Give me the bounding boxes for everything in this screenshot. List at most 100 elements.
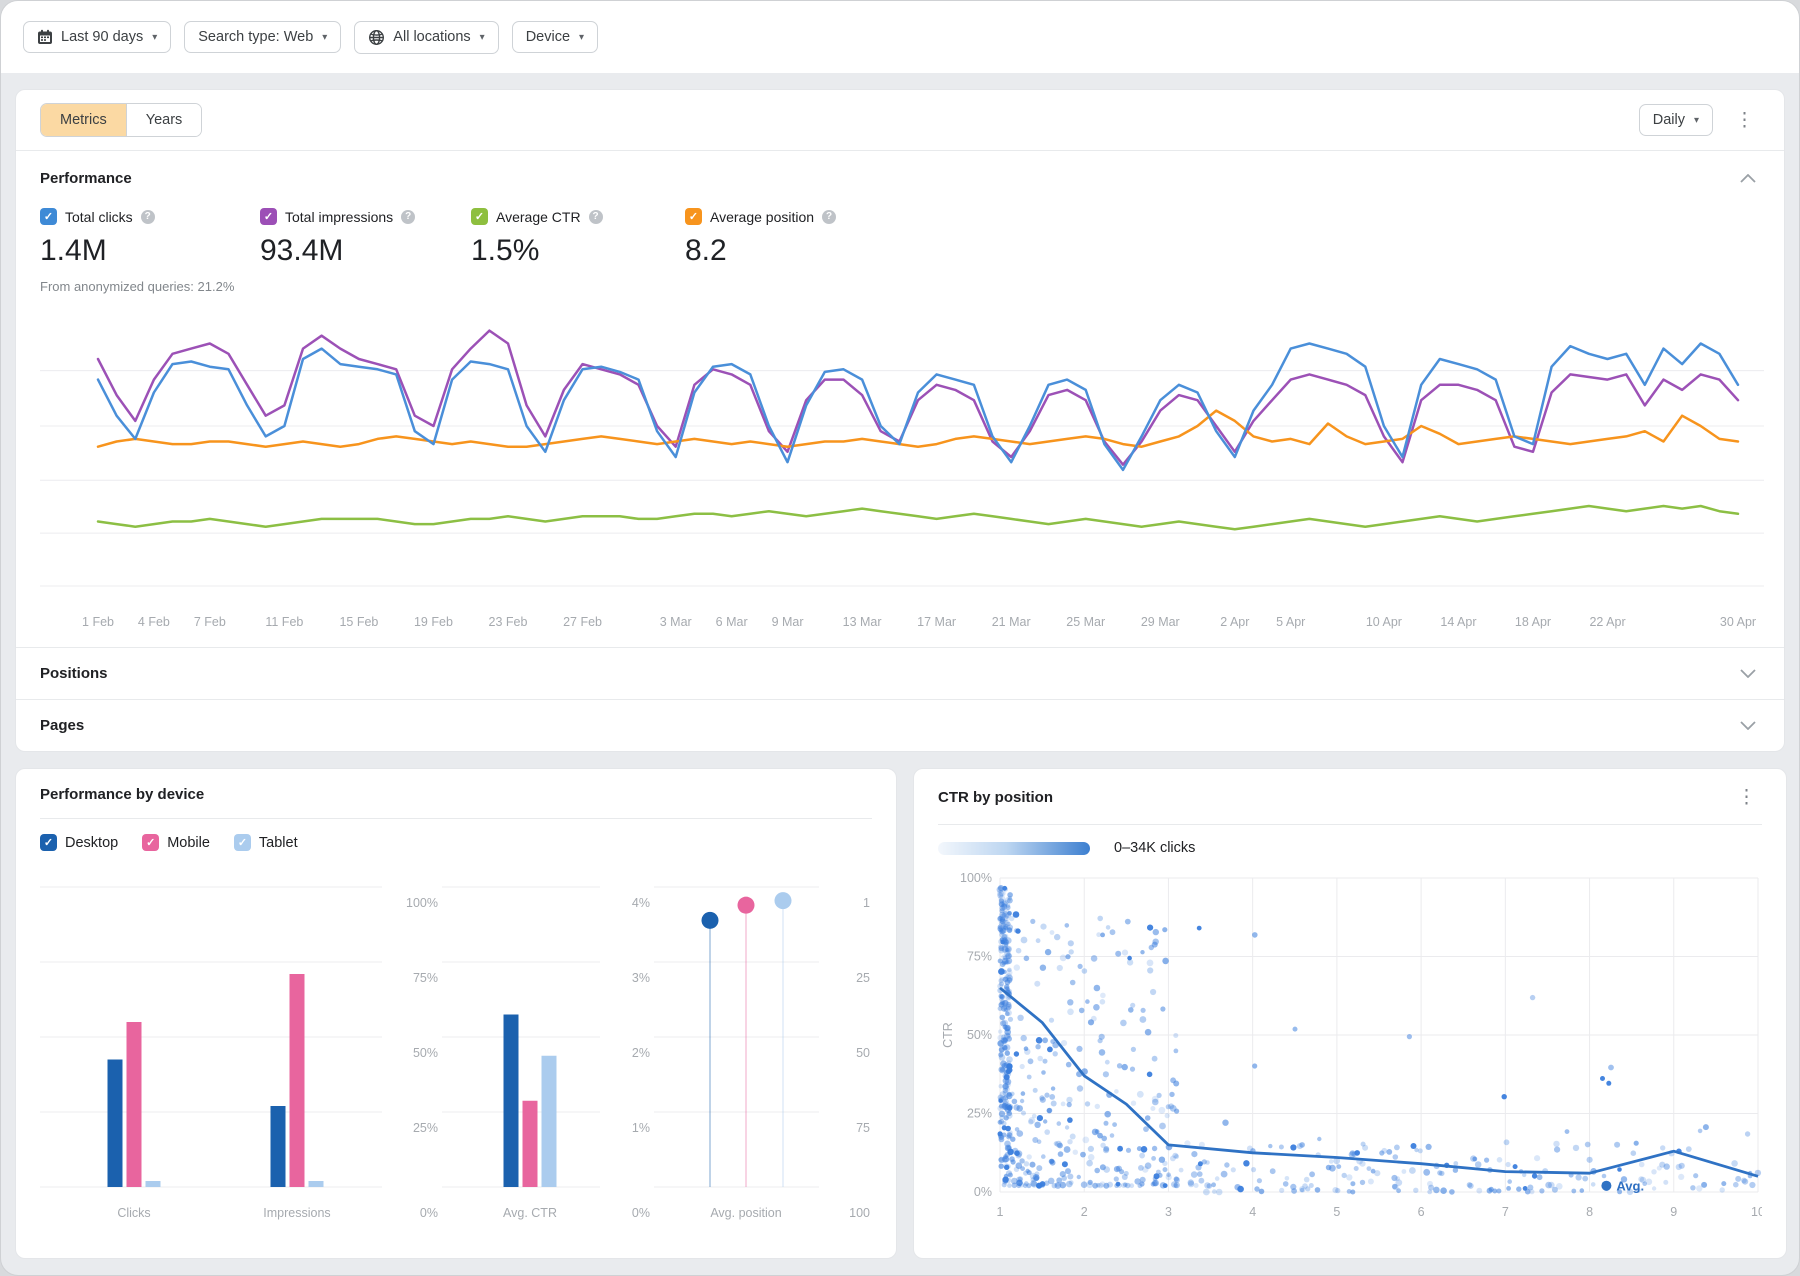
- svg-text:9 Mar: 9 Mar: [772, 615, 804, 629]
- scatter-chart-wrap: 100%75%50%25%0%12345678910Avg.CTRPositio…: [938, 870, 1762, 1226]
- svg-text:9: 9: [1670, 1205, 1677, 1219]
- help-icon[interactable]: ?: [141, 210, 155, 224]
- section-row-pages[interactable]: Pages: [16, 700, 1784, 751]
- svg-text:25: 25: [856, 971, 870, 985]
- svg-text:Avg. position: Avg. position: [710, 1206, 781, 1220]
- metric-label: Average CTR: [496, 209, 581, 225]
- section-row-positions[interactable]: Positions: [16, 648, 1784, 699]
- svg-text:4%: 4%: [632, 896, 650, 910]
- filter-label: All locations: [393, 29, 470, 45]
- metric-value: 93.4M: [260, 234, 471, 268]
- anonymized-queries-note: From anonymized queries: 21.2%: [40, 279, 1760, 294]
- svg-text:17 Mar: 17 Mar: [917, 615, 956, 629]
- svg-text:2%: 2%: [632, 1046, 650, 1060]
- svg-text:15 Feb: 15 Feb: [339, 615, 378, 629]
- tablet-checkbox[interactable]: ✓: [234, 834, 251, 851]
- chevron-down-icon: ▾: [579, 32, 584, 43]
- metric-value: 1.4M: [40, 234, 260, 268]
- svg-text:75: 75: [856, 1121, 870, 1135]
- svg-text:3: 3: [1165, 1205, 1172, 1219]
- metric-total-impressions: ✓ Total impressions ? 93.4M: [260, 208, 471, 268]
- svg-text:1%: 1%: [632, 1121, 650, 1135]
- svg-text:Clicks: Clicks: [117, 1206, 150, 1220]
- metric-value: 1.5%: [471, 234, 685, 268]
- svg-text:21 Mar: 21 Mar: [992, 615, 1031, 629]
- svg-text:11 Feb: 11 Feb: [265, 615, 303, 629]
- svg-text:29 Mar: 29 Mar: [1141, 615, 1180, 629]
- legend-label: Tablet: [259, 835, 298, 851]
- svg-text:Avg.: Avg.: [1616, 1179, 1644, 1194]
- performance-section: Performance ✓ Total clicks ? 1.4M: [16, 151, 1784, 647]
- legend-item-tablet: ✓ Tablet: [234, 834, 298, 851]
- svg-text:100: 100: [849, 1206, 870, 1220]
- average-ctr-checkbox[interactable]: ✓: [471, 208, 488, 225]
- average-position-checkbox[interactable]: ✓: [685, 208, 702, 225]
- granularity-dropdown[interactable]: Daily ▾: [1639, 104, 1713, 136]
- svg-text:27 Feb: 27 Feb: [563, 615, 602, 629]
- kebab-menu-icon[interactable]: ⋮: [1731, 786, 1762, 809]
- svg-text:0%: 0%: [420, 1206, 438, 1220]
- performance-chart-wrap: 1 Feb4 Feb7 Feb11 Feb15 Feb19 Feb23 Feb2…: [40, 318, 1760, 641]
- svg-text:50: 50: [856, 1046, 870, 1060]
- svg-text:13 Mar: 13 Mar: [843, 615, 882, 629]
- svg-text:1 Feb: 1 Feb: [82, 615, 114, 629]
- svg-text:22 Apr: 22 Apr: [1589, 615, 1625, 629]
- chevron-down-icon: [1736, 665, 1760, 682]
- kebab-menu-icon[interactable]: ⋮: [1729, 109, 1760, 132]
- device-filter[interactable]: Device ▾: [512, 21, 598, 53]
- svg-text:3 Mar: 3 Mar: [660, 615, 692, 629]
- device-legend: ✓ Desktop ✓ Mobile ✓ Tablet: [40, 819, 872, 863]
- app-window: Last 90 days ▾ Search type: Web ▾ All lo…: [0, 0, 1800, 1276]
- locations-filter[interactable]: All locations ▾: [354, 21, 498, 54]
- gradient-scale: [938, 842, 1090, 855]
- help-icon[interactable]: ?: [822, 210, 836, 224]
- card-toolbar: Metrics Years Daily ▾ ⋮: [16, 90, 1784, 150]
- filter-label: Search type: Web: [198, 29, 313, 45]
- globe-icon: [368, 29, 385, 46]
- legend-item-desktop: ✓ Desktop: [40, 834, 118, 851]
- svg-text:4 Feb: 4 Feb: [138, 615, 170, 629]
- svg-text:100%: 100%: [406, 896, 438, 910]
- date-range-filter[interactable]: Last 90 days ▾: [23, 21, 171, 53]
- svg-text:4: 4: [1249, 1205, 1256, 1219]
- search-type-filter[interactable]: Search type: Web ▾: [184, 21, 341, 53]
- metric-label: Average position: [710, 209, 814, 225]
- svg-text:75%: 75%: [967, 950, 992, 964]
- device-charts-row: 100%75%50%25%0%ClicksImpressions 4%3%2%1…: [40, 871, 872, 1223]
- section-title: Pages: [40, 717, 84, 734]
- metrics-row: ✓ Total clicks ? 1.4M ✓ Total impression…: [40, 208, 1760, 268]
- ctr-by-position-scatter-chart: 100%75%50%25%0%12345678910Avg.CTRPositio…: [938, 870, 1762, 1226]
- granularity-label: Daily: [1653, 112, 1685, 128]
- svg-text:25%: 25%: [967, 1107, 992, 1121]
- help-icon[interactable]: ?: [401, 210, 415, 224]
- svg-text:1: 1: [863, 896, 870, 910]
- desktop-checkbox[interactable]: ✓: [40, 834, 57, 851]
- chevron-down-icon: ▾: [322, 32, 327, 43]
- svg-text:5: 5: [1333, 1205, 1340, 1219]
- svg-text:6: 6: [1418, 1205, 1425, 1219]
- total-clicks-checkbox[interactable]: ✓: [40, 208, 57, 225]
- legend-label: 0–34K clicks: [1114, 840, 1195, 856]
- tab-metrics[interactable]: Metrics: [41, 104, 126, 136]
- tab-years[interactable]: Years: [126, 104, 202, 136]
- svg-text:Impressions: Impressions: [263, 1206, 330, 1220]
- svg-text:Avg. CTR: Avg. CTR: [503, 1206, 557, 1220]
- performance-by-device-panel: Performance by device ✓ Desktop ✓ Mobile…: [15, 768, 897, 1259]
- mobile-checkbox[interactable]: ✓: [142, 834, 159, 851]
- filter-toolbar: Last 90 days ▾ Search type: Web ▾ All lo…: [1, 1, 1799, 73]
- metric-value: 8.2: [685, 234, 905, 268]
- help-icon[interactable]: ?: [589, 210, 603, 224]
- svg-text:6 Mar: 6 Mar: [716, 615, 748, 629]
- svg-text:1: 1: [997, 1205, 1004, 1219]
- chevron-up-icon[interactable]: [1736, 170, 1760, 187]
- svg-text:3%: 3%: [632, 971, 650, 985]
- filter-label: Last 90 days: [61, 29, 143, 45]
- chevron-down-icon: ▾: [152, 32, 157, 43]
- ctr-by-position-panel: CTR by position ⋮ 0–34K clicks 100%75%50…: [913, 768, 1787, 1259]
- svg-text:25 Mar: 25 Mar: [1066, 615, 1105, 629]
- view-tab-group: Metrics Years: [40, 103, 202, 137]
- legend-item-mobile: ✓ Mobile: [142, 834, 210, 851]
- total-impressions-checkbox[interactable]: ✓: [260, 208, 277, 225]
- svg-text:CTR: CTR: [941, 1022, 955, 1048]
- metric-label: Total impressions: [285, 209, 393, 225]
